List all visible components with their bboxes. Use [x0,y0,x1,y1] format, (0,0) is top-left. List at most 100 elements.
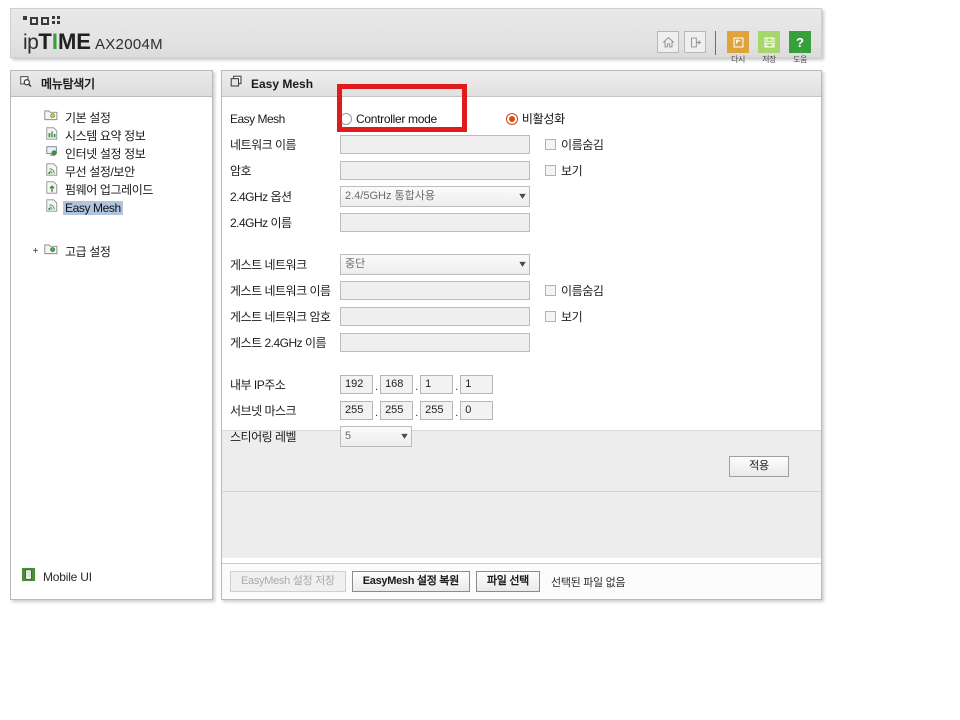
sidebar-group-advanced-settings[interactable]: + 고급 설정 [31,243,212,260]
wireless-doc-icon [45,198,59,217]
brand-ip: ip [23,31,39,54]
help-button[interactable]: ? 도움 [787,31,813,65]
ghz24-name-input[interactable] [340,213,530,232]
form-row-guest-24ghz-name: 게스트 2.4GHz 이름 [222,331,821,354]
guest-24ghz-name-input[interactable] [340,333,530,352]
ghz24-option-select[interactable]: 2.4/5GHz 통합사용 ▾ [340,186,530,207]
guest-hide-name-checkbox[interactable]: 이름숨김 [545,282,604,299]
chevron-down-icon: ▾ [401,431,408,442]
app-header: ip T I ME AX2004M 다시 저장 ? 도움 [10,8,822,64]
mask-octet-4[interactable]: 0 [460,401,494,420]
mobile-ui-label: Mobile UI [43,570,92,584]
checkbox-label: 보기 [561,164,583,178]
radio-label: 비활성화 [521,112,565,126]
checkbox-indicator [545,165,556,176]
checkbox-label: 보기 [561,310,583,324]
ip-dot: . [455,407,459,419]
folder-gear-icon [44,243,59,261]
sidebar-item-wireless-security[interactable]: 무선 설정/보안 [45,162,212,180]
home-icon[interactable] [657,31,679,53]
mask-octet-3[interactable]: 255 [420,401,454,420]
restart-label: 다시 [731,55,745,64]
expander-icon[interactable]: + [31,247,40,257]
mask-octet-2[interactable]: 255 [380,401,414,420]
select-value: 2.4/5GHz 통합사용 [345,190,436,202]
checkbox-label: 이름숨김 [561,138,604,152]
select-value: 5 [345,430,352,442]
easy-mesh-form: Easy Mesh Controller mode 비활성화 네트워크 이름 이… [222,97,821,492]
file-select-button[interactable]: 파일 선택 [475,571,540,592]
sidebar-title: 메뉴탐색기 [41,77,95,91]
radio-controller-mode[interactable]: Controller mode [340,112,437,126]
panel-footer: EasyMesh 설정 저장 EasyMesh 설정 복원 파일 선택 선택된 … [222,563,821,599]
ip-dot: . [455,381,459,393]
mask-octet-1[interactable]: 255 [340,401,373,420]
sidebar-item-system-summary[interactable]: 시스템 요약 정보 [45,126,212,145]
mobile-phone-icon [21,567,36,587]
main-panel: Easy Mesh Easy Mesh Controller mode 비활성화 [221,70,822,600]
guest-network-select[interactable]: 중단 ▾ [340,254,530,275]
sidebar-item-label: 시스템 요약 정보 [65,129,146,143]
sidebar-item-label: 인터넷 설정 정보 [65,147,146,161]
apply-button[interactable]: 적용 [729,456,789,477]
logo-decoration [23,13,61,25]
guest-name-input[interactable] [340,281,530,300]
ip-octet-3[interactable]: 1 [420,375,454,394]
restore-easymesh-config-button[interactable]: EasyMesh 설정 복원 [351,571,470,592]
upload-doc-icon [45,180,59,199]
guest-show-password-checkbox[interactable]: 보기 [545,308,583,325]
sidebar-header: 메뉴탐색기 [11,71,212,97]
sidebar: 메뉴탐색기 기본 설정 시스템 요약 정보 인터넷 설정 정보 무선 설정/보안… [10,70,213,600]
radio-indicator [340,112,352,125]
brand-logo: ip T I ME AX2004M [23,29,163,55]
checkbox-label: 이름숨김 [561,284,604,298]
form-row-guest-password: 게스트 네트워크 암호 보기 [222,305,821,328]
internal-ip-label: 내부 IP주소 [230,378,286,392]
subnet-mask-label: 서브넷 마스크 [230,404,297,418]
ip-octet-4[interactable]: 1 [460,375,494,394]
monitor-icon [45,145,59,163]
ip-octet-2[interactable]: 168 [380,375,414,394]
select-value: 중단 [345,258,366,270]
form-row-24ghz-name: 2.4GHz 이름 [222,211,821,234]
sidebar-item-firmware-upgrade[interactable]: 펌웨어 업그레이드 [45,180,212,199]
ip-dot: . [415,381,419,393]
form-row-easy-mesh-mode: Easy Mesh Controller mode 비활성화 [222,107,821,130]
save-button[interactable]: 저장 [756,31,782,65]
chart-doc-icon [45,126,59,145]
show-password-checkbox[interactable]: 보기 [545,162,583,179]
app-root: ip T I ME AX2004M 다시 저장 ? 도움 메뉴탐색기 기본 설정… [0,0,960,720]
guest-24ghz-name-label: 게스트 2.4GHz 이름 [230,336,327,350]
sidebar-item-internet-settings[interactable]: 인터넷 설정 정보 [45,145,212,162]
hide-name-checkbox[interactable]: 이름숨김 [545,136,604,153]
radio-disabled-mode[interactable]: 비활성화 [505,110,565,127]
mobile-ui-link[interactable]: Mobile UI [21,567,92,587]
checkbox-indicator [545,139,556,150]
ip-octet-1[interactable]: 192 [340,375,373,394]
restart-button[interactable]: 다시 [725,31,751,65]
sidebar-group-basic-settings[interactable]: 기본 설정 [31,109,212,126]
steering-level-select[interactable]: 5 ▾ [340,426,412,447]
apply-bar: 적용 [222,456,821,492]
guest-password-input[interactable] [340,307,530,326]
guest-network-label: 게스트 네트워크 [230,258,307,272]
brand-me: ME [57,29,91,54]
network-name-input[interactable] [340,135,530,154]
logout-icon[interactable] [684,31,706,53]
chevron-down-icon: ▾ [519,259,526,270]
ip-dot: . [375,407,379,419]
help-label: 도움 [793,55,807,64]
mode-radio-group: Controller mode 비활성화 [340,110,565,127]
form-row-guest-name: 게스트 네트워크 이름 이름숨김 [222,279,821,302]
toolbar-divider [715,31,716,55]
device-model: AX2004M [94,36,163,53]
password-label: 암호 [230,164,252,178]
password-input[interactable] [340,161,530,180]
easy-mesh-label: Easy Mesh [230,111,285,126]
brand-t: T [38,29,52,54]
brand-time: T I ME [38,29,91,55]
header-toolbar: 다시 저장 ? 도움 [657,31,813,65]
checkbox-indicator [545,285,556,296]
save-easymesh-config-button[interactable]: EasyMesh 설정 저장 [230,571,346,592]
sidebar-item-easy-mesh[interactable]: Easy Mesh [45,198,212,217]
